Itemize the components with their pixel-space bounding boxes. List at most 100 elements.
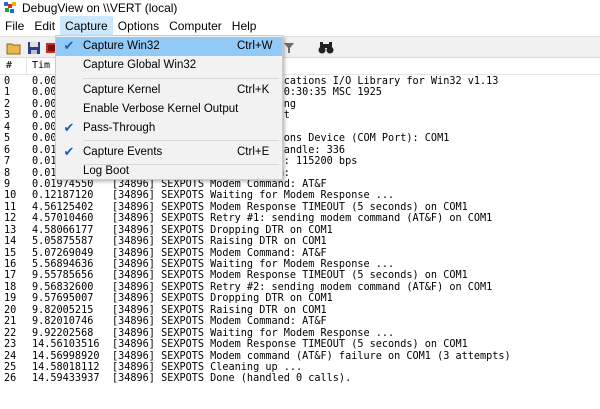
log-row[interactable]: 24 14.56998920 [34896] SEXPOTS Modem comma…	[0, 351, 600, 362]
log-row-time: 4.56125402	[32, 201, 94, 213]
log-row-time: 5.56894636	[32, 259, 94, 270]
menu-item-label: Capture Kernel	[83, 84, 161, 96]
log-row[interactable]: 10 0.12187120 [34896] SEXPOTS Waiting for …	[0, 190, 600, 201]
log-row-time: 0.00	[32, 110, 57, 122]
menu-item-pass-through[interactable]: ✔ Pass-Through	[56, 119, 282, 138]
log-row[interactable]: 13 4.58066177 [34896] SEXPOTS Dropping DTR…	[0, 225, 600, 236]
menu-file[interactable]: File	[0, 16, 29, 36]
log-row-time: 14.56103516	[32, 339, 100, 351]
log-row-message: [34896] SEXPOTS Waiting for Modem Respon…	[112, 259, 395, 270]
log-row-time: 14.56998920	[32, 350, 100, 362]
log-row-number: 26	[4, 373, 17, 385]
log-row[interactable]: 12 4.57010460 [34896] SEXPOTS Retry #1: se…	[0, 213, 600, 224]
filter-icon[interactable]	[281, 40, 297, 56]
log-row-message: [34896] SEXPOTS Modem Response TIMEOUT (…	[112, 201, 468, 213]
log-row-time: 0.00	[32, 98, 57, 110]
log-row[interactable]: 23 14.56103516 [34896] SEXPOTS Modem Respo…	[0, 339, 600, 350]
log-row-number: 7	[4, 156, 11, 168]
log-row[interactable]: 25 14.58018112 [34896] SEXPOTS Cleaning up…	[0, 362, 600, 373]
log-row-number: 16	[4, 259, 17, 270]
log-row[interactable]: 19 9.57695007 [34896] SEXPOTS Dropping DTR…	[0, 293, 600, 304]
menu-computer[interactable]: Computer	[164, 16, 227, 36]
log-row[interactable]: 26 14.59433937 [34896] SEXPOTS Done (handl…	[0, 373, 600, 384]
menu-options[interactable]: Options	[113, 16, 164, 36]
log-row[interactable]: 14 5.05875587 [34896] SEXPOTS Raising DTR …	[0, 236, 600, 247]
log-row-message: [34896] SEXPOTS Done (handled 0 calls).	[112, 373, 352, 385]
log-row-time: 0.00	[32, 133, 57, 145]
log-row-time: 0.12187120	[32, 190, 94, 202]
log-row-time: 9.82005215	[32, 304, 94, 316]
log-row-message: [34896] SEXPOTS Modem command (AT&F) fai…	[112, 350, 511, 362]
log-row-time: 5.07269049	[32, 247, 94, 259]
menu-item-capture-kernel[interactable]: Capture Kernel Ctrl+K	[56, 81, 282, 100]
log-row[interactable]: 21 9.82010746 [34896] SEXPOTS Modem Comman…	[0, 316, 600, 327]
menu-item-capture-global-win32[interactable]: Capture Global Win32	[56, 56, 282, 75]
log-row-message: [34896] SEXPOTS Dropping DTR on COM1	[112, 293, 333, 305]
log-row-number: 2	[4, 98, 11, 110]
debugview-app-icon	[4, 2, 16, 14]
save-icon[interactable]	[26, 40, 42, 56]
title-bar: DebugView on \\VERT (local)	[0, 0, 600, 16]
log-row-number: 15	[4, 247, 17, 259]
log-row-time: 14.58018112	[32, 361, 100, 373]
log-row-number: 3	[4, 110, 11, 122]
log-row[interactable]: 17 9.55785656 [34896] SEXPOTS Modem Respon…	[0, 270, 600, 281]
log-row[interactable]: 11 4.56125402 [34896] SEXPOTS Modem Respon…	[0, 202, 600, 213]
log-row-number: 19	[4, 293, 17, 305]
log-row-message: [34896] SEXPOTS Retry #2: sending modem …	[112, 281, 493, 293]
log-row[interactable]: 18 9.56832600 [34896] SEXPOTS Retry #2: se…	[0, 282, 600, 293]
log-row-message: [34896] SEXPOTS Raising DTR on COM1	[112, 304, 327, 316]
menu-item-capture-events[interactable]: ✔ Capture Events Ctrl+E	[56, 143, 282, 162]
menu-item-log-boot[interactable]: Log Boot	[56, 162, 282, 181]
log-row-time: 9.82010746	[32, 316, 94, 328]
log-row-number: 23	[4, 339, 17, 351]
log-row-number: 17	[4, 270, 17, 282]
log-row-message: [34896] SEXPOTS Waiting for Modem Respon…	[112, 190, 395, 202]
log-row-time: 4.57010460	[32, 213, 94, 225]
log-row-number: 11	[4, 201, 17, 213]
log-row-time: 0.01	[32, 156, 57, 168]
log-row-message: [34896] SEXPOTS Modem Response TIMEOUT (…	[112, 339, 468, 351]
log-row-message: [34896] SEXPOTS Modem Command: AT&F	[112, 316, 327, 328]
capture-menu: ✔ Capture Win32 Ctrl+W Capture Global Wi…	[55, 35, 283, 180]
menu-item-label: Capture Global Win32	[83, 59, 197, 71]
menu-capture[interactable]: Capture	[60, 16, 113, 36]
menu-edit[interactable]: Edit	[29, 16, 60, 36]
column-header-number[interactable]: #	[6, 60, 12, 71]
log-row-number: 4	[4, 121, 11, 133]
menu-item-enable-verbose-kernel-output[interactable]: Enable Verbose Kernel Output	[56, 100, 282, 119]
find-icon[interactable]	[318, 40, 334, 56]
log-row-time: 4.58066177	[32, 224, 94, 236]
log-row-time: 0.00	[32, 121, 57, 133]
log-row[interactable]: 15 5.07269049 [34896] SEXPOTS Modem Comman…	[0, 248, 600, 259]
log-row-message: [34896] SEXPOTS Dropping DTR on COM1	[112, 224, 333, 236]
checkmark-icon: ✔	[63, 38, 75, 53]
log-row-number: 5	[4, 133, 11, 145]
menu-help[interactable]: Help	[227, 16, 262, 36]
menu-item-label: Log Boot	[83, 165, 130, 177]
log-row[interactable]: 20 9.82005215 [34896] SEXPOTS Raising DTR …	[0, 305, 600, 316]
log-row[interactable]: 16 5.56894636 [34896] SEXPOTS Waiting for …	[0, 259, 600, 270]
column-header-time[interactable]: Tim	[32, 60, 50, 71]
menu-item-label: Pass-Through	[83, 122, 156, 134]
log-row-time: 9.56832600	[32, 281, 94, 293]
log-row-time: 9.92202568	[32, 327, 94, 339]
menu-item-capture-win32[interactable]: ✔ Capture Win32 Ctrl+W	[56, 37, 282, 56]
log-row[interactable]: 22 9.92202568 [34896] SEXPOTS Waiting for …	[0, 328, 600, 339]
log-row-number: 21	[4, 316, 17, 328]
log-row-time: 9.57695007	[32, 293, 94, 305]
menu-item-label: Enable Verbose Kernel Output	[83, 103, 239, 115]
log-row-message: [34896] SEXPOTS Raising DTR on COM1	[112, 236, 327, 248]
checkmark-icon: ✔	[63, 144, 75, 159]
column-divider[interactable]	[26, 58, 27, 75]
menu-item-label: Capture Win32	[83, 40, 160, 52]
open-icon[interactable]	[6, 40, 22, 56]
menu-item-shortcut: Ctrl+E	[237, 146, 270, 158]
log-row-number: 22	[4, 327, 17, 339]
log-row-number: 25	[4, 361, 17, 373]
log-row-message: [34896] SEXPOTS Waiting for Modem Respon…	[112, 327, 395, 339]
log-row-number: 13	[4, 224, 17, 236]
log-row-number: 14	[4, 236, 17, 248]
log-row-message: [34896] SEXPOTS Modem Command: AT&F	[112, 247, 327, 259]
menu-item-shortcut: Ctrl+W	[237, 40, 273, 52]
